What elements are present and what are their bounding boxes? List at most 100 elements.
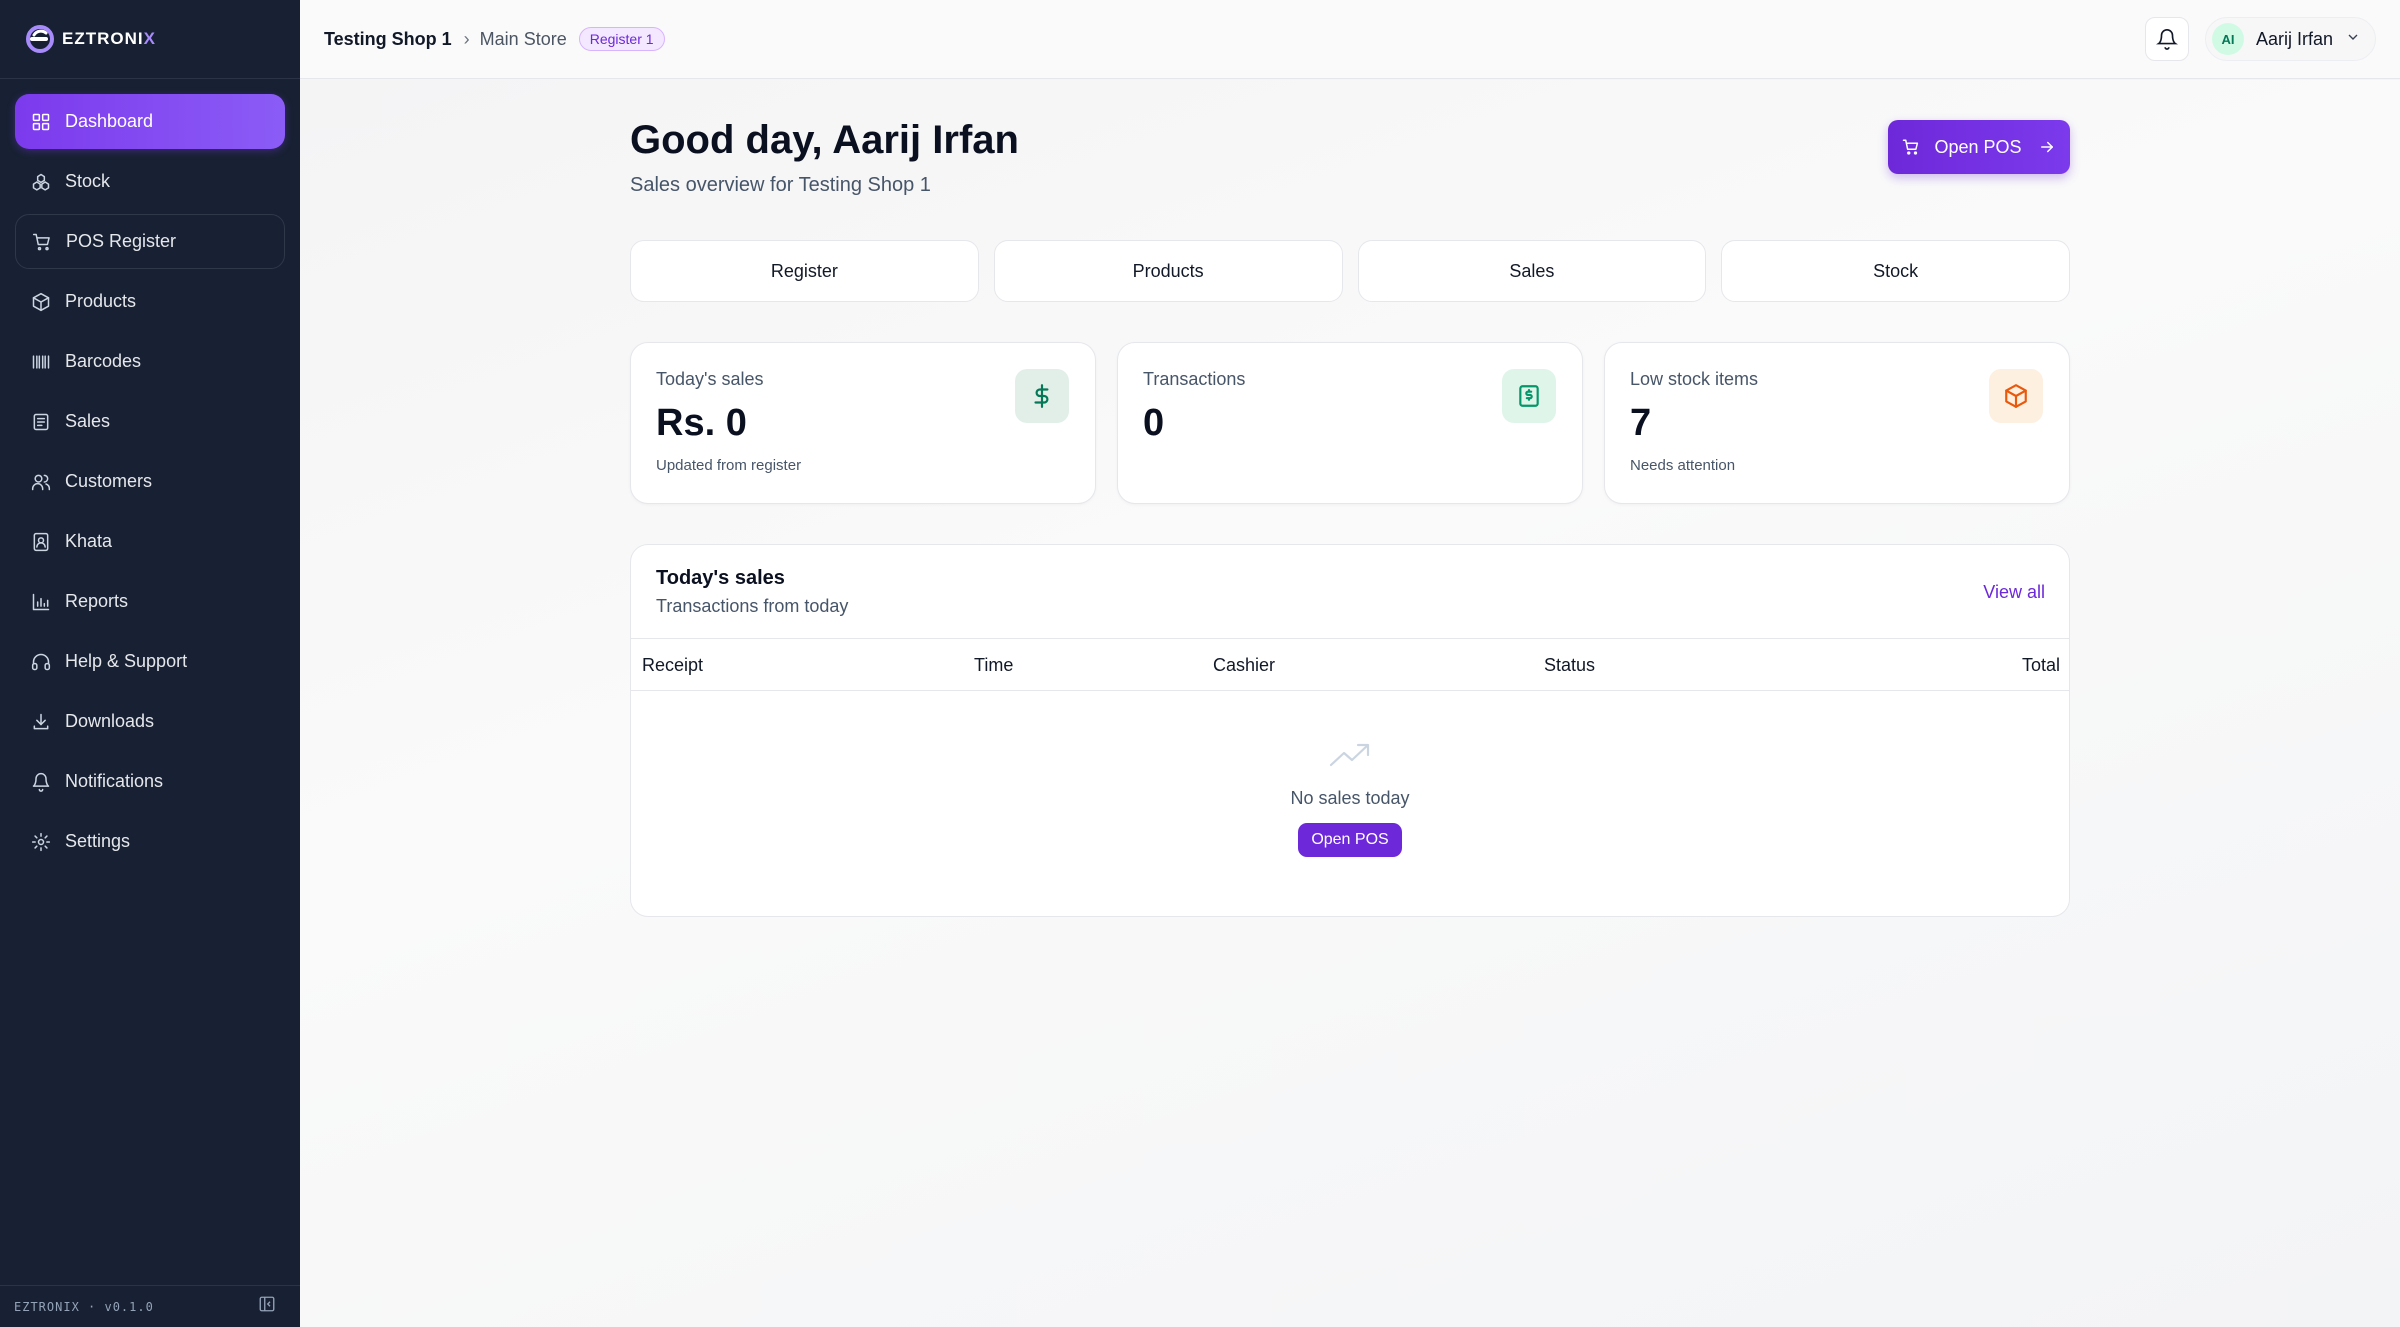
bell-icon [31,772,51,792]
package-icon [31,292,51,312]
chevron-down-icon [2333,29,2361,50]
panel-header: Today's sales Transactions from today Vi… [631,545,2069,639]
sidebar-item-label: Help & Support [65,651,188,671]
quick-actions: Register Products Sales Stock [630,240,2070,302]
headset-icon [31,652,51,672]
avatar: AI [2211,23,2244,55]
sidebar-item-sales[interactable]: Sales [15,394,285,449]
stat-card-transactions: Transactions 0 [1117,342,1583,504]
sidebar-item-reports[interactable]: Reports [15,574,285,629]
empty-state-text: No sales today [1290,788,1410,808]
quick-action-stock[interactable]: Stock [1721,240,2070,302]
sidebar-item-label: Settings [65,831,131,851]
stat-value: Rs. 0 [656,402,747,444]
page-subtitle: Sales overview for Testing Shop 1 [630,174,931,196]
logo-icon [26,25,54,53]
quick-action-sales[interactable]: Sales [1357,240,1707,302]
gear-icon [31,832,51,852]
stat-note: Needs attention [1630,457,1736,474]
stat-card-todays-sales: Today's sales Rs. 0 Updated from registe… [630,342,1096,504]
stats-row: Today's sales Rs. 0 Updated from registe… [630,342,2070,504]
notifications-button[interactable] [2144,17,2189,61]
grid-icon [31,112,51,132]
breadcrumb: Testing Shop 1 › Main Store Register 1 [324,27,665,51]
sidebar-item-label: Barcodes [65,351,142,371]
breadcrumb-store[interactable]: Main Store [480,29,567,50]
app-version: EZTRONIX · v0.1.0 [14,1299,154,1314]
column-header-cashier[interactable]: Cashier [1213,655,1275,676]
sidebar-item-customers[interactable]: Customers [15,454,285,509]
sidebar: EZTRONIX Dashboard Stock POS Register Pr… [0,0,300,1327]
stat-label: Transactions [1143,369,1246,389]
open-pos-label: Open POS [1934,136,2022,157]
users-icon [31,472,51,492]
sidebar-item-help-support[interactable]: Help & Support [15,634,285,689]
column-header-total[interactable]: Total [2022,655,2060,676]
user-name: Aarij Irfan [2255,28,2333,49]
sidebar-item-products[interactable]: Products [15,274,285,329]
bar-chart-icon [31,592,51,612]
cart-icon [1903,139,1919,155]
empty-open-pos-button[interactable]: Open POS [1298,823,1402,857]
bell-icon [2155,29,2178,50]
sidebar-item-khata[interactable]: Khata [15,514,285,569]
empty-state: No sales today Open POS [631,741,2069,857]
sidebar-item-notifications[interactable]: Notifications [15,754,285,809]
cart-icon [32,232,52,252]
chevron-right-icon: › [463,28,470,49]
sidebar-item-label: Khata [65,531,113,551]
ledger-icon [31,532,51,552]
page-title: Good day, Aarij Irfan [630,118,1019,162]
sidebar-item-stock[interactable]: Stock [15,154,285,209]
panel-title: Today's sales [656,567,785,589]
stat-label: Low stock items [1630,369,1759,389]
quick-action-products[interactable]: Products [993,240,1343,302]
sidebar-item-label: Notifications [65,771,164,791]
download-icon [31,712,51,732]
receipt-icon [31,412,51,432]
collapse-sidebar-icon[interactable] [258,1295,276,1318]
sidebar-footer: EZTRONIX · v0.1.0 [0,1285,300,1327]
sidebar-item-label: Reports [65,591,129,611]
stat-value: 0 [1143,402,1165,444]
sidebar-item-label: Dashboard [65,111,154,131]
sidebar-item-label: Customers [65,471,153,491]
todays-sales-panel: Today's sales Transactions from today Vi… [630,544,2070,917]
arrow-right-icon [2040,141,2053,153]
topbar-actions: AI Aarij Irfan [2144,17,2376,61]
package-icon [1989,369,2043,423]
sidebar-item-label: Downloads [65,711,155,731]
panel-subtitle: Transactions from today [656,596,849,616]
sidebar-nav: Dashboard Stock POS Register Products Ba… [0,79,300,869]
sidebar-item-settings[interactable]: Settings [15,814,285,869]
stat-card-low-stock: Low stock items 7 Needs attention [1604,342,2070,504]
main-content: Good day, Aarij Irfan Sales overview for… [300,80,2400,1327]
stat-value: 7 [1630,402,1652,444]
sidebar-item-pos-register[interactable]: POS Register [15,214,285,269]
logo[interactable]: EZTRONIX [0,0,300,79]
table-header: Receipt Time Cashier Status Total [631,639,2069,691]
column-header-receipt[interactable]: Receipt [642,655,703,676]
logo-text: EZTRONIX [62,29,156,48]
topbar: Testing Shop 1 › Main Store Register 1 A… [300,0,2400,79]
register-badge: Register 1 [578,27,665,51]
sidebar-item-dashboard[interactable]: Dashboard [15,94,285,149]
column-header-status[interactable]: Status [1544,655,1595,676]
boxes-icon [31,172,51,192]
sidebar-item-label: Products [65,291,137,311]
breadcrumb-shop[interactable]: Testing Shop 1 [324,29,452,50]
stat-note: Updated from register [656,457,802,474]
sidebar-item-label: Sales [65,411,111,431]
column-header-time[interactable]: Time [974,655,1013,676]
quick-action-register[interactable]: Register [630,240,979,302]
sidebar-item-downloads[interactable]: Downloads [15,694,285,749]
receipt-icon [1502,369,1556,423]
trending-up-icon [1329,741,1371,774]
sidebar-item-barcodes[interactable]: Barcodes [15,334,285,389]
user-menu-button[interactable]: AI Aarij Irfan [2204,17,2376,61]
sidebar-item-label: Stock [65,171,111,191]
stat-label: Today's sales [656,369,764,389]
open-pos-button[interactable]: Open POS [1888,120,2070,174]
barcode-icon [31,352,51,372]
view-all-link[interactable]: View all [1983,582,2045,603]
